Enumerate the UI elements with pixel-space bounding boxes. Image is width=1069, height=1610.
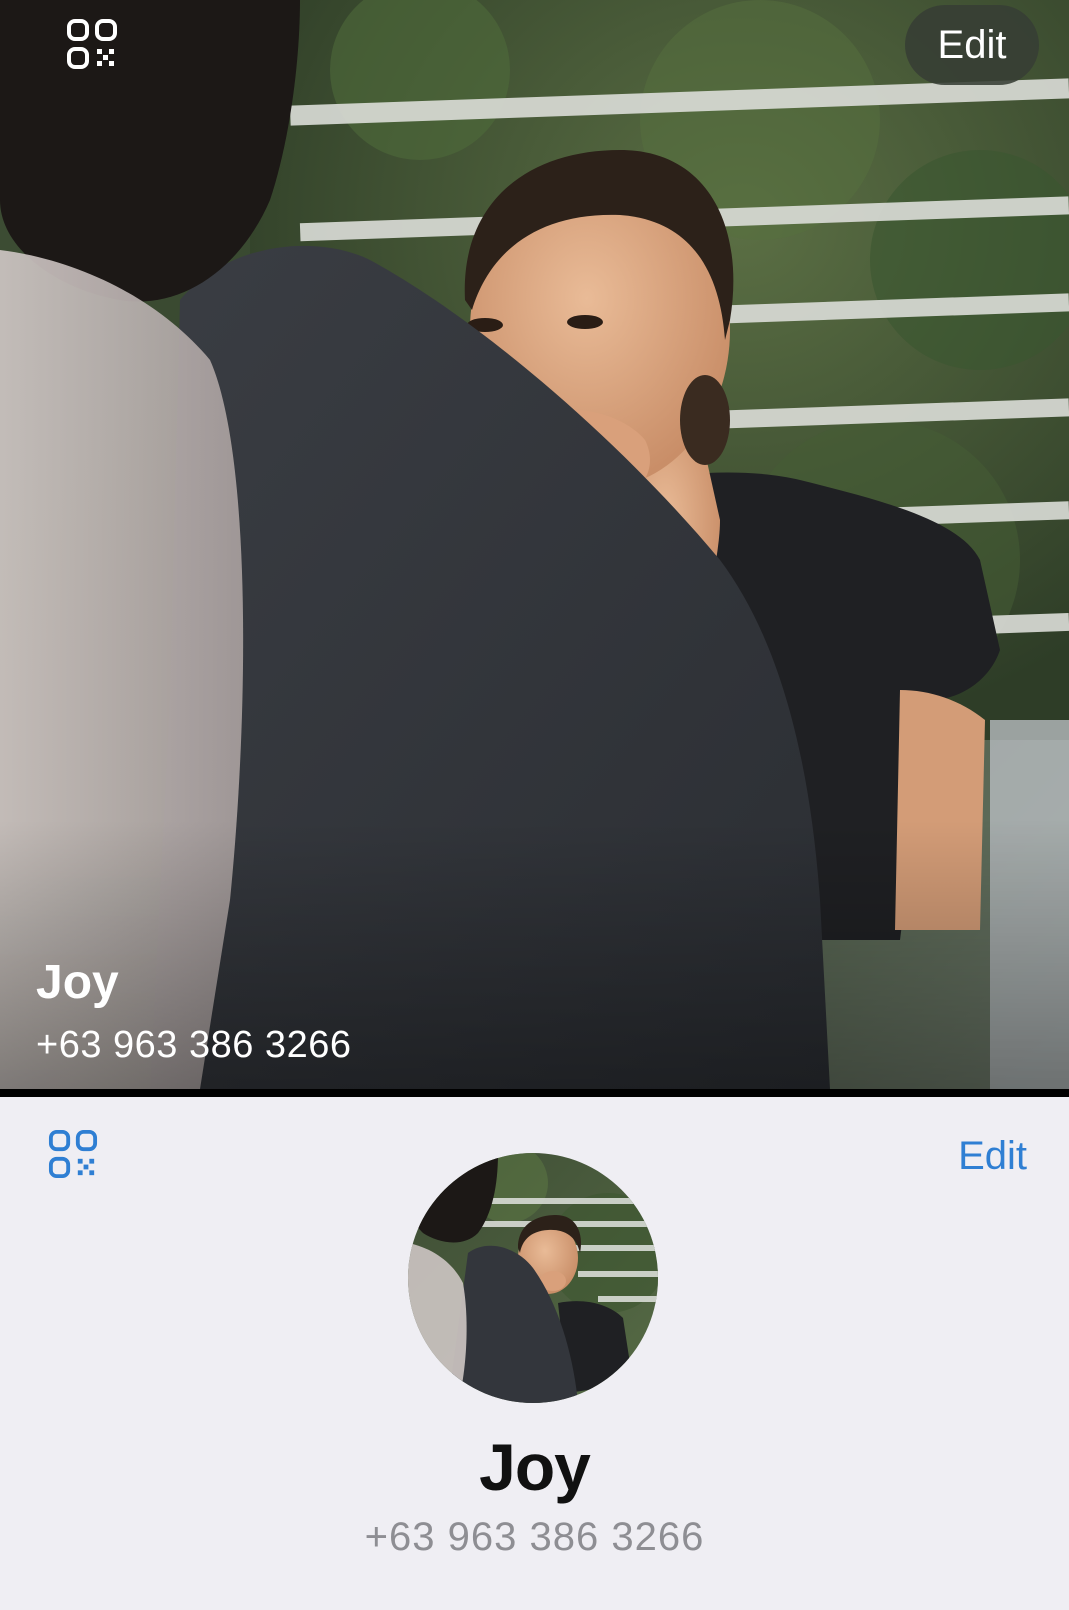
contact-name: Joy <box>479 1430 591 1504</box>
qr-code-icon <box>48 1129 98 1179</box>
contact-poster-view: Edit Joy +63 963 386 3266 <box>0 0 1069 1089</box>
contact-phone[interactable]: +63 963 386 3266 <box>0 1515 1069 1560</box>
contact-card-view: Edit Joy +63 963 386 3266 <box>0 1097 1069 1610</box>
divider <box>0 1089 1069 1097</box>
contact-phone[interactable]: +63 963 386 3266 <box>36 1024 351 1067</box>
contact-name: Joy <box>36 956 119 1009</box>
contact-poster-photo <box>0 0 1069 1089</box>
edit-button[interactable]: Edit <box>905 5 1039 85</box>
edit-button[interactable]: Edit <box>958 1129 1027 1183</box>
qr-code-icon <box>67 19 117 69</box>
avatar-photo <box>408 1153 658 1403</box>
qr-code-button[interactable] <box>48 1129 98 1179</box>
qr-code-button[interactable] <box>66 18 118 70</box>
avatar[interactable] <box>408 1153 658 1403</box>
